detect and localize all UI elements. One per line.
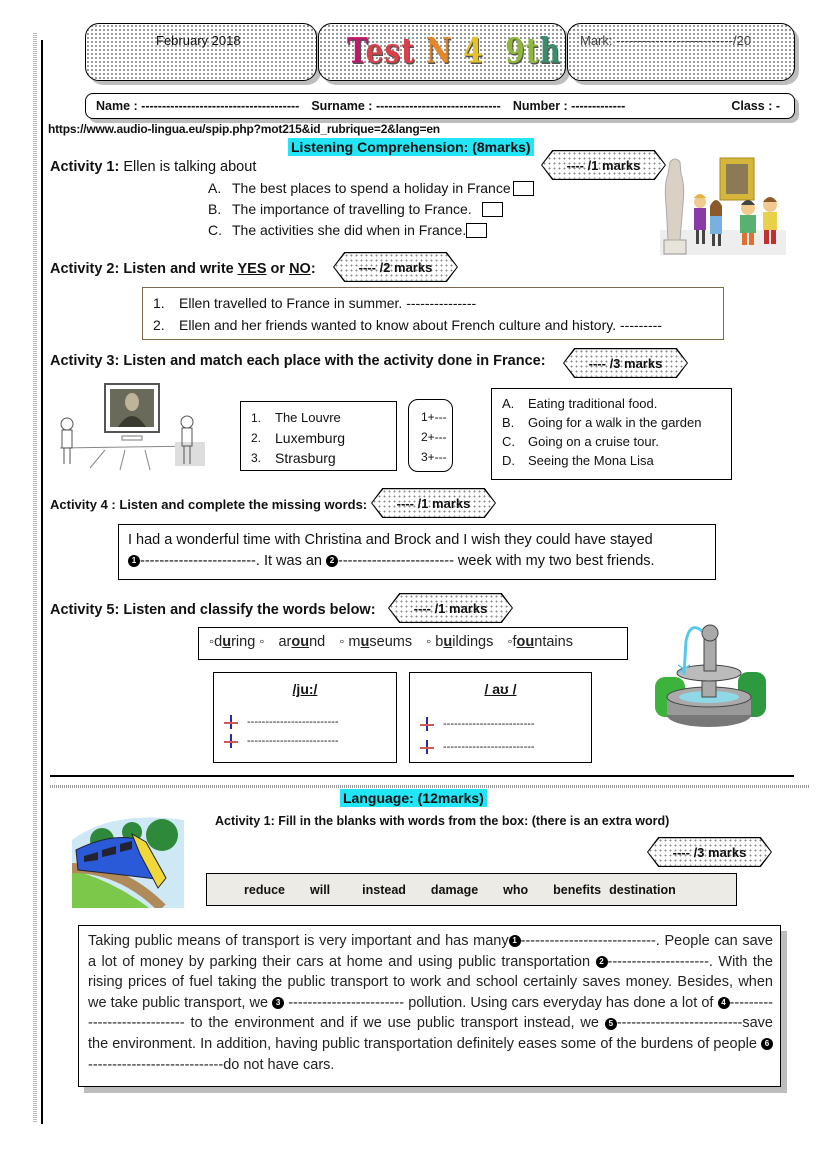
statement-item: 2. Ellen and her friends wanted to know …: [153, 317, 662, 333]
header-date-box: February 2018: [85, 23, 317, 81]
train-illustration: [72, 817, 184, 908]
word-bank-item: reduce: [244, 882, 285, 897]
header-mark-box: Mark: ---------------------------/20: [567, 23, 795, 81]
phoneme-column-au: / aʊ / ------------------------- -------…: [409, 672, 592, 763]
option-c-checkbox[interactable]: [466, 223, 488, 238]
activity5-marks-badge: ---- /1 marks: [388, 593, 513, 623]
blank-number-icon: 2: [326, 555, 339, 568]
blank-1[interactable]: ------------------------. It was an: [140, 553, 326, 569]
activity3-title: Activity 3: Listen and match each place …: [50, 353, 546, 369]
museum-visit-illustration: [660, 157, 786, 255]
blank-2[interactable]: ------------------------ week with my tw…: [338, 553, 655, 569]
surname-field[interactable]: Surname : ------------------------------: [311, 99, 500, 113]
word-item: ◦ buildings: [426, 634, 494, 650]
plus-bullet-icon: [420, 717, 434, 731]
activity2-marks-badge: ---- /2 marks: [333, 252, 458, 282]
plus-bullet-icon: [224, 715, 238, 729]
statement-item: 1. Ellen travelled to France in summer. …: [153, 295, 477, 311]
blank-number-icon: 4: [717, 996, 730, 1009]
place-item: 3. Strasburg: [251, 450, 336, 466]
activity1-marks-badge: ---- /1 marks: [541, 150, 666, 180]
language-activity1-title: Activity 1: Fill in the blanks with word…: [215, 814, 670, 828]
option-c: C. The activities she did when in France…: [208, 220, 534, 241]
word-bank-item: destination: [609, 882, 676, 897]
word-bank-item: damage: [430, 882, 479, 897]
blank-number-icon: 5: [604, 1017, 617, 1030]
activity-option: B. Going for a walk in the garden: [502, 415, 702, 430]
word-bank-box: reduce will instead damage who benefits …: [206, 873, 737, 906]
fill-in-passage: Taking public means of transport is very…: [78, 925, 781, 1087]
option-a-checkbox[interactable]: [512, 181, 534, 196]
activity4-text-box: I had a wonderful time with Christina an…: [118, 524, 716, 580]
listening-section-title: Listening Comprehension: (8marks): [288, 138, 534, 156]
source-url[interactable]: https://www.audio-lingua.eu/spip.php?mot…: [48, 122, 440, 136]
student-info-bar: Name : ---------------------------------…: [85, 93, 795, 119]
margin-line: [41, 40, 43, 1124]
number-field[interactable]: Number : -------------: [513, 99, 625, 113]
answer-line[interactable]: -------------------------: [224, 715, 339, 729]
activity2-statements-box: 1. Ellen travelled to France in summer. …: [142, 287, 724, 340]
mark-field[interactable]: Mark: ---------------------------/20: [580, 33, 751, 48]
blank-number-icon: 1: [128, 555, 140, 568]
activity4-marks-badge: ---- /1 marks: [371, 488, 496, 518]
word-item: ◦during ◦: [209, 634, 265, 650]
phoneme-column-ju: /ju:/ ------------------------- --------…: [213, 672, 397, 763]
passage-text: ----------------------------do not have …: [88, 1056, 335, 1073]
margin-line-gray: [33, 32, 37, 1122]
activity2-title: Activity 2: Listen and write YES or NO:: [50, 261, 316, 277]
activity-option: C. Going on a cruise tour.: [502, 434, 659, 449]
passage-text: Taking public means of transport is very…: [88, 933, 509, 949]
option-b-checkbox[interactable]: [481, 202, 503, 217]
passage-text: ------------------------ pollution. Usin…: [284, 994, 718, 1011]
match-slot[interactable]: 3+---: [421, 447, 452, 467]
blank-number-icon: 2: [595, 955, 608, 968]
word-item: ◦ museums: [339, 634, 413, 650]
activity3-marks-badge: ---- /3 marks: [563, 348, 688, 378]
answer-line[interactable]: -------------------------: [420, 740, 535, 754]
plus-bullet-icon: [420, 740, 434, 754]
option-b: B. The importance of travelling to Franc…: [208, 199, 534, 220]
class-field[interactable]: Class : -: [731, 99, 780, 113]
test-date: February 2018: [156, 33, 241, 48]
activity4-line1: I had a wonderful time with Christina an…: [128, 532, 653, 548]
answer-line[interactable]: -------------------------: [420, 717, 535, 731]
section-divider: [50, 775, 794, 777]
blank-number-icon: 1: [508, 935, 521, 948]
option-a: A. The best places to spend a holiday in…: [208, 178, 534, 199]
word-item: ◦fountains: [507, 634, 573, 650]
word-bank-item: will: [310, 882, 331, 897]
activity1-title: Activity 1: Ellen is talking about: [50, 159, 257, 175]
blank-number-icon: 6: [761, 1038, 773, 1051]
name-field[interactable]: Name : ---------------------------------…: [96, 99, 299, 113]
plus-bullet-icon: [224, 734, 238, 748]
match-slot[interactable]: 2+---: [421, 427, 452, 447]
activities-box: A. Eating traditional food. B. Going for…: [491, 388, 732, 480]
word-bank-item: benefits: [553, 882, 602, 897]
activity-option: D. Seeing the Mona Lisa: [502, 453, 654, 468]
places-box: 1. The Louvre 2. Luxemburg 3. Strasburg: [240, 401, 397, 471]
activity-option: A. Eating traditional food.: [502, 396, 658, 411]
match-slot[interactable]: 1+---: [421, 407, 452, 427]
activity4-title: Activity 4 : Listen and complete the mis…: [50, 497, 368, 512]
language-activity1-marks-badge: ---- /3 marks: [647, 837, 772, 867]
header-title-box: Test N 4 9th form: [318, 23, 650, 81]
blank-number-icon: 3: [272, 996, 285, 1009]
place-item: 2. Luxemburg: [251, 430, 346, 446]
match-answers-box: 1+--- 2+--- 3+---: [408, 399, 453, 472]
fountain-illustration: [655, 624, 766, 727]
answer-line[interactable]: -------------------------: [224, 734, 339, 748]
activity1-options: A. The best places to spend a holiday in…: [208, 178, 534, 241]
activity4-line2: 1 ------------------------. It was an 2 --…: [128, 551, 715, 572]
activity5-title: Activity 5: Listen and classify the word…: [50, 602, 376, 618]
section-divider-shadow: [50, 785, 810, 788]
place-item: 1. The Louvre: [251, 410, 341, 425]
words-to-classify: ◦during ◦ around ◦ museums ◦ buildings ◦…: [198, 627, 628, 660]
mona-lisa-sketch: [59, 383, 205, 471]
word-bank-item: who: [503, 882, 529, 897]
word-bank-item: instead: [362, 882, 406, 897]
word-item: around: [278, 634, 326, 650]
language-section-title: Language: (12marks): [340, 789, 487, 807]
